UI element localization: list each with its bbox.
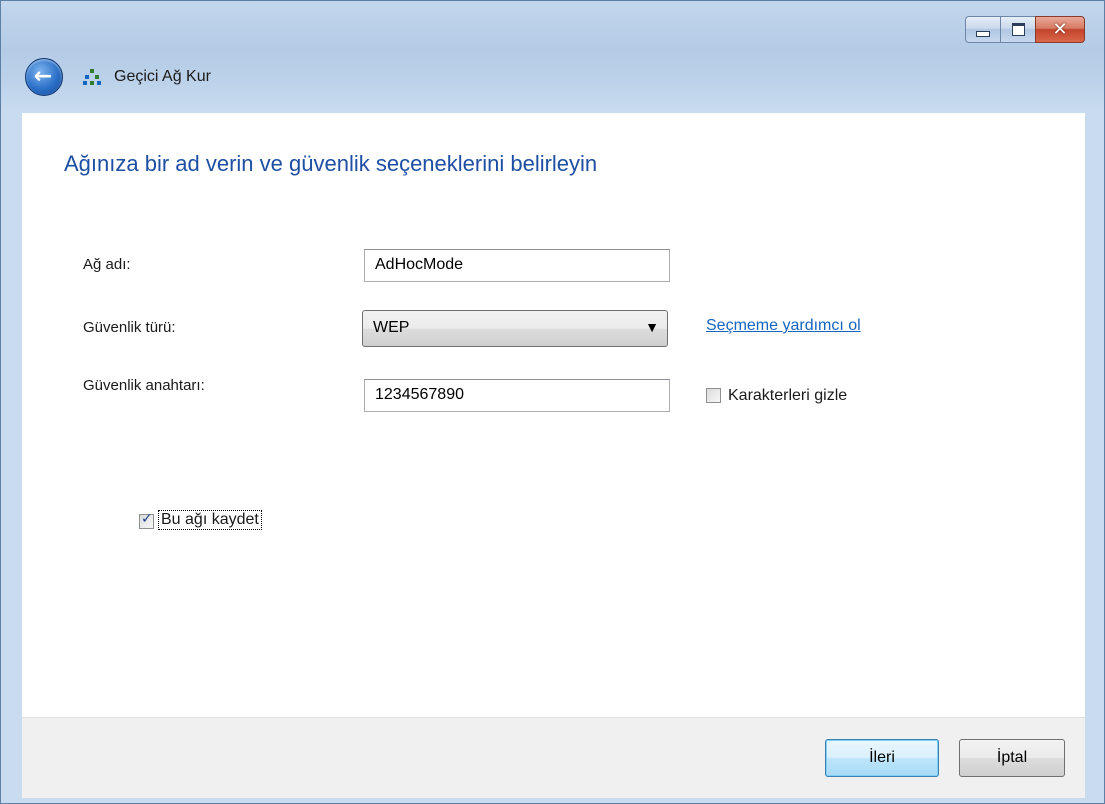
security-key-input[interactable]: 1234567890 xyxy=(364,379,670,412)
window-controls: ✕ xyxy=(965,16,1085,43)
dialog-footer: İleri İptal xyxy=(22,717,1085,798)
help-me-choose-link[interactable]: Seçmeme yardımcı ol xyxy=(706,317,861,335)
security-type-label: Güvenlik türü: xyxy=(83,319,176,336)
hide-characters-checkbox[interactable] xyxy=(706,388,721,403)
dialog-content: Ağınıza bir ad verin ve güvenlik seçenek… xyxy=(22,113,1085,717)
cancel-button[interactable]: İptal xyxy=(959,739,1065,777)
window-title: Geçici Ağ Kur xyxy=(114,68,211,85)
maximize-icon xyxy=(1011,23,1025,36)
network-name-label: Ağ adı: xyxy=(83,256,131,273)
close-icon: ✕ xyxy=(1052,19,1068,40)
maximize-button[interactable] xyxy=(1000,16,1035,43)
next-button[interactable]: İleri xyxy=(825,739,939,777)
dialog-window: ✕ ← Geçici Ağ Kur Ağınıza bir ad verin v… xyxy=(0,0,1105,804)
minimize-icon xyxy=(976,30,990,37)
back-button[interactable]: ← xyxy=(25,58,63,96)
nav-row: ← Geçici Ağ Kur xyxy=(25,57,211,97)
save-network-label[interactable]: Bu ağı kaydet xyxy=(158,510,262,530)
security-type-value: WEP xyxy=(373,319,410,336)
title-bar: ✕ ← Geçici Ağ Kur xyxy=(1,1,1104,113)
page-heading: Ağınıza bir ad verin ve güvenlik seçenek… xyxy=(64,151,598,176)
hide-characters-label[interactable]: Karakterleri gizle xyxy=(728,387,847,405)
close-button[interactable]: ✕ xyxy=(1035,16,1085,43)
minimize-button[interactable] xyxy=(965,16,1000,43)
back-arrow-icon: ← xyxy=(33,64,53,89)
chevron-down-icon: ▼ xyxy=(645,319,659,335)
security-key-label: Güvenlik anahtarı: xyxy=(83,377,205,394)
security-type-select[interactable]: WEP ▼ xyxy=(362,310,668,347)
save-network-checkbox[interactable] xyxy=(139,511,154,529)
network-name-input[interactable]: AdHocMode xyxy=(364,249,670,282)
network-icon xyxy=(83,69,101,85)
